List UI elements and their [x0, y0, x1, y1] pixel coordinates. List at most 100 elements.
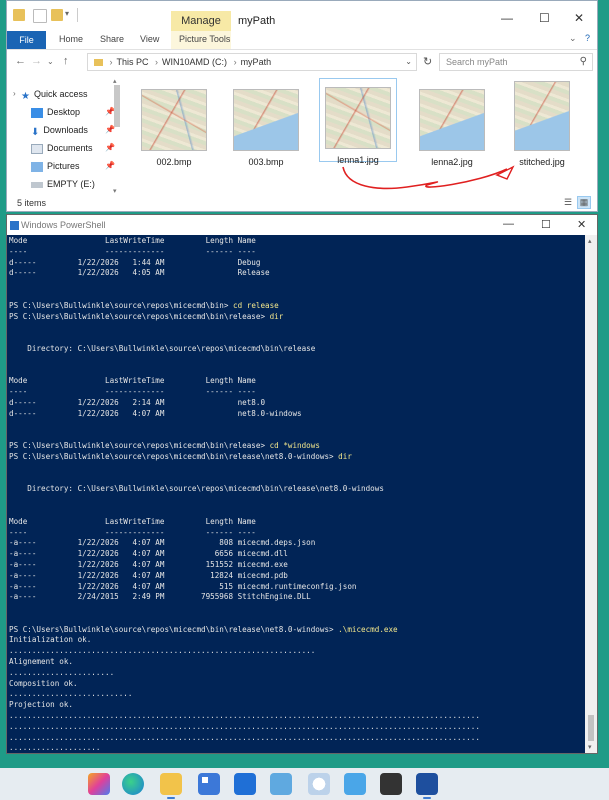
- address-bar[interactable]: › This PC › WIN10AMD (C:) › myPath ⌄: [87, 53, 417, 71]
- terminal-icon[interactable]: [380, 773, 402, 795]
- scroll-down-icon[interactable]: ▾: [113, 187, 117, 195]
- minimize-button[interactable]: —: [501, 11, 513, 25]
- help-icon[interactable]: ?: [585, 33, 590, 43]
- console-text: Initialization ok.: [9, 635, 92, 645]
- tab-share[interactable]: Share: [100, 34, 124, 44]
- tab-file[interactable]: File: [7, 31, 46, 49]
- console-text: ---- ------------- ------ ----: [9, 527, 256, 537]
- console-command: .\micecmd.exe: [338, 624, 398, 634]
- powershell-window: Windows PowerShell — ☐ ✕ Mode LastWriteT…: [6, 214, 598, 754]
- sidebar-item-desktop[interactable]: Desktop 📌: [31, 105, 115, 119]
- console-command: dir: [269, 311, 284, 321]
- notepad-icon[interactable]: [344, 773, 366, 795]
- console-text: ........................................…: [9, 732, 480, 742]
- scroll-up-icon[interactable]: ▴: [113, 77, 117, 85]
- console-line: ---- ------------- ------ ----: [9, 387, 583, 398]
- image-thumbnail: [419, 89, 485, 151]
- console-text: ---- ------------- ------ ----: [9, 387, 256, 397]
- customize-toolbar-icon[interactable]: ▾: [65, 9, 69, 18]
- console-line: [9, 420, 583, 431]
- maximize-button[interactable]: ☐: [541, 218, 551, 231]
- console-command: cd release: [233, 300, 279, 310]
- chevron-down-icon[interactable]: ⌄: [405, 54, 412, 70]
- console-text: ...........................: [9, 689, 133, 699]
- up-icon[interactable]: ↑: [63, 55, 69, 67]
- scroll-down-icon[interactable]: ▾: [588, 743, 592, 751]
- console-line: ....................: [9, 743, 583, 753]
- sidebar-item-downloads[interactable]: ⬇ Downloads 📌: [31, 123, 115, 138]
- navigation-scrollbar[interactable]: ▴ ▾: [113, 77, 121, 195]
- scroll-thumb[interactable]: [114, 85, 120, 127]
- tab-view[interactable]: View: [140, 34, 159, 44]
- refresh-icon[interactable]: ↻: [423, 55, 432, 68]
- file-item-selected[interactable]: lenna1.jpg: [319, 78, 397, 165]
- new-folder-icon[interactable]: [51, 9, 63, 21]
- image-thumbnail: [514, 81, 570, 151]
- console-line: -a---- 1/22/2026 4:07 AM 6656 micecmd.dl…: [9, 549, 583, 560]
- breadcrumb-mypath[interactable]: myPath: [241, 57, 272, 67]
- sidebar-item-empty-drive[interactable]: EMPTY (E:): [31, 177, 95, 191]
- recent-locations-icon[interactable]: ⌄: [47, 57, 54, 66]
- console-line: Mode LastWriteTime Length Name: [9, 236, 583, 247]
- file-item[interactable]: 003.bmp: [227, 81, 305, 167]
- search-input[interactable]: Search myPath ⚲: [439, 53, 593, 71]
- close-button[interactable]: ✕: [574, 11, 584, 25]
- file-item[interactable]: lenna2.jpg: [413, 81, 491, 167]
- powershell-icon[interactable]: [416, 773, 438, 799]
- sidebar-item-documents[interactable]: Documents 📌: [31, 141, 115, 155]
- maximize-button[interactable]: ☐: [539, 11, 550, 25]
- console-output[interactable]: Mode LastWriteTime Length Name ---- -----…: [9, 236, 583, 753]
- scroll-thumb[interactable]: [588, 715, 594, 741]
- minimize-button[interactable]: —: [503, 218, 514, 230]
- file-item[interactable]: stitched.jpg: [503, 73, 581, 167]
- tab-picture-tools[interactable]: Picture Tools: [179, 34, 230, 44]
- console-line: [9, 506, 583, 517]
- breadcrumb-this-pc[interactable]: This PC: [117, 57, 149, 67]
- console-line: PS C:\Users\Bullwinkle\source\repos\mice…: [9, 625, 583, 636]
- store-icon[interactable]: [198, 773, 220, 795]
- sidebar-item-pictures[interactable]: Pictures 📌: [31, 159, 115, 173]
- cloud-icon[interactable]: [308, 773, 330, 795]
- scroll-up-icon[interactable]: ▴: [588, 237, 592, 245]
- console-line: .......................: [9, 668, 583, 679]
- chevron-right-icon[interactable]: ›: [13, 89, 16, 98]
- expand-ribbon-icon[interactable]: ⌄: [569, 33, 577, 44]
- close-button[interactable]: ✕: [577, 218, 586, 231]
- console-line: Mode LastWriteTime Length Name: [9, 517, 583, 528]
- remote-desktop-icon[interactable]: [270, 773, 292, 795]
- details-view-icon[interactable]: ☰: [562, 197, 574, 208]
- outlook-icon[interactable]: [234, 773, 256, 795]
- sidebar-item-quick-access[interactable]: ★ Quick access: [21, 87, 88, 102]
- tab-home[interactable]: Home: [59, 34, 83, 44]
- address-row: ← → ⌄ ↑ › This PC › WIN10AMD (C:) › myPath …: [7, 51, 597, 73]
- file-name: 003.bmp: [248, 157, 284, 167]
- console-line: -a---- 1/22/2026 4:07 AM 808 micecmd.dep…: [9, 538, 583, 549]
- divider: [77, 8, 78, 22]
- search-icon[interactable]: ⚲: [580, 54, 587, 70]
- breadcrumb-drive[interactable]: WIN10AMD (C:): [162, 57, 227, 67]
- console-line: -a---- 1/22/2026 4:07 AM 12824 micecmd.p…: [9, 571, 583, 582]
- console-line: [9, 333, 583, 344]
- edge-icon[interactable]: [122, 773, 144, 795]
- manage-tab[interactable]: Manage: [171, 11, 231, 31]
- forward-icon[interactable]: →: [31, 55, 42, 67]
- properties-icon[interactable]: [33, 9, 47, 23]
- console-text: -a---- 1/22/2026 4:07 AM 6656 micecmd.dl…: [9, 549, 288, 559]
- large-icons-view-icon[interactable]: ▦: [577, 196, 591, 209]
- console-line: Directory: C:\Users\Bullwinkle\source\re…: [9, 484, 583, 495]
- console-line: Projection ok.: [9, 700, 583, 711]
- console-text: Directory: C:\Users\Bullwinkle\source\re…: [9, 343, 316, 353]
- back-icon[interactable]: ←: [15, 55, 26, 67]
- powershell-icon: [10, 221, 19, 230]
- file-explorer-icon[interactable]: [160, 773, 182, 799]
- window-title: Windows PowerShell: [21, 220, 106, 230]
- file-item[interactable]: 002.bmp: [135, 81, 213, 167]
- taskbar: [0, 768, 609, 800]
- copilot-icon[interactable]: [88, 773, 110, 795]
- console-line: d----- 1/22/2026 4:07 AM net8.0-windows: [9, 409, 583, 420]
- console-scrollbar[interactable]: ▴ ▾: [585, 235, 597, 753]
